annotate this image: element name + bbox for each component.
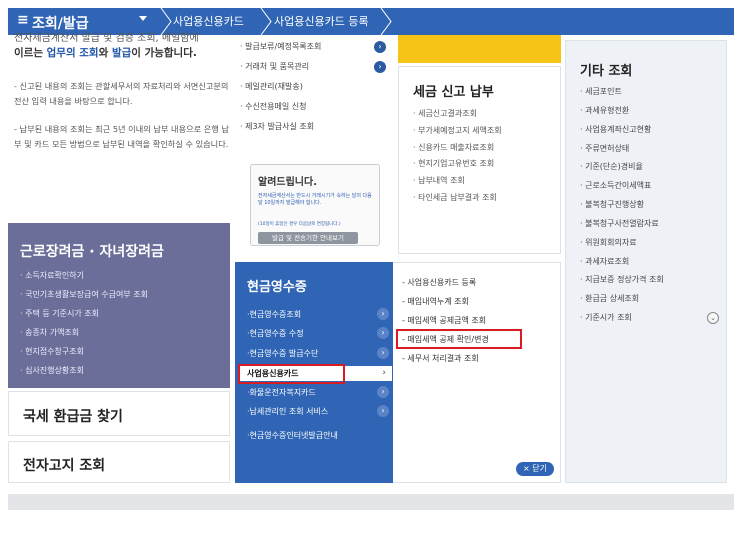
list-item[interactable]: · 지급보증 정상가격 조회: [580, 274, 664, 293]
intro-paragraph-paid: - 납부된 내용의 조회는 최근 5년 이내의 납부 내용으로 은행 납부 및 …: [14, 124, 229, 149]
breadcrumb-separator-icon: [260, 8, 272, 35]
arrow-right-icon: ›: [377, 405, 389, 417]
income-incentive-panel: 근로장려금 · 자녀장려금 · 소득자료확인하기 · 국민기초생활보장급여 수급…: [8, 223, 230, 388]
page: ≡ 조회/발급 사업용신용카드 사업용신용카드 등록 전자세금계산서 발급 및 …: [0, 0, 740, 555]
list-item[interactable]: · 과세자료조회: [580, 256, 664, 275]
list-item[interactable]: · 타인세금 납부결과 조회: [413, 192, 502, 209]
list-item[interactable]: · 국민기초생활보장급여 수급여부 조회: [20, 289, 148, 308]
list-item[interactable]: · 심사진행상황조회: [20, 365, 148, 384]
notice-title: 알려드립니다.: [258, 177, 317, 188]
tax-report-list: · 세금신고결과조회 · 부가세예정고지 세액조회 · 신용카드 매출자료조회 …: [413, 108, 502, 209]
submenu-item-register[interactable]: - 사업용신용카드 등록: [402, 277, 489, 296]
list-item[interactable]: · 납부내역 조회: [413, 175, 502, 192]
submenu-list: - 사업용신용카드 등록 - 매입내역누계 조회 - 매입세액 공제금액 조회 …: [402, 277, 489, 372]
highlight-box-deduction-confirm: [396, 329, 522, 349]
tax-report-title[interactable]: 세금 신고 납부: [413, 81, 494, 100]
arrow-right-icon: ›: [377, 327, 389, 339]
list-item[interactable]: · 환급금 상세조회: [580, 293, 664, 312]
menu-item-tax-agent-service[interactable]: ·납세관리인 조회 서비스 ›: [247, 404, 389, 419]
menu-item-cash-receipt-inquiry[interactable]: ·현금영수증조회 ›: [247, 307, 389, 322]
arrow-right-icon: ›: [377, 347, 389, 359]
submenu-item-processing-result[interactable]: - 세무서 처리결과 조회: [402, 353, 489, 372]
cash-receipt-title[interactable]: 현금영수증: [247, 276, 307, 295]
business-card-submenu: - 사업용신용카드 등록 - 매입내역누계 조회 - 매입세액 공제금액 조회 …: [393, 262, 561, 483]
list-item[interactable]: · 기준(단순)경비율: [580, 161, 664, 180]
notice-box: 알려드립니다. 전자세금계산서는 반드시 거래시기가 속하는 달의 다음 달 1…: [250, 164, 380, 246]
menu-item-cash-receipt-method[interactable]: ·현금영수증 발급수단 ›: [247, 346, 389, 361]
intro-paragraph-reported: - 신고된 내용의 조회는 관할세무서의 자료처리와 서면신고분의 전산 입력 …: [14, 81, 229, 106]
highlight-box-business-card: [238, 364, 345, 384]
deadline-guide-button[interactable]: 발급 및 전송기한 안내보기: [258, 232, 358, 244]
intro-cut-line: 전자세금계산서 발급 및 검증 조회, 메일함에: [14, 33, 199, 44]
arrow-right-icon: ›: [377, 386, 389, 398]
arrow-right-icon[interactable]: ›: [374, 41, 386, 53]
breadcrumb-separator-icon: [380, 8, 392, 35]
list-item[interactable]: · 현지접수창구조회: [20, 346, 148, 365]
list-item[interactable]: · 세금포인트: [580, 86, 664, 105]
list-item[interactable]: · 송종차 가액조회: [20, 327, 148, 346]
list-item[interactable]: · 제3자 발급사실 조회: [240, 120, 392, 140]
e-notice-label: 전자고지 조회: [23, 458, 106, 474]
refund-box[interactable]: 국세 환급금 찾기: [8, 391, 230, 436]
other-inquiry-title[interactable]: 기타 조회: [580, 60, 632, 79]
notice-footnote: (10일이 휴일인 경우 다음날로 연장됩니다.): [258, 222, 341, 227]
list-item[interactable]: · 메일관리(재발송): [240, 80, 392, 100]
arrow-right-icon[interactable]: ›: [374, 61, 386, 73]
breadcrumb-item-card-register[interactable]: 사업용신용카드 등록: [274, 8, 369, 35]
list-item[interactable]: · 주류면허상태: [580, 143, 664, 162]
expand-down-icon[interactable]: ⌄: [707, 312, 719, 324]
submenu-item-purchase-total[interactable]: - 매입내역누계 조회: [402, 296, 489, 315]
list-item[interactable]: · 사업용계좌신고현황: [580, 124, 664, 143]
list-item[interactable]: · 소득자료확인하기: [20, 270, 148, 289]
footer-strip: [8, 494, 734, 510]
list-item[interactable]: · 부가세예정고지 세액조회: [413, 125, 502, 142]
list-item[interactable]: · 근로소득간이세액표: [580, 180, 664, 199]
hamburger-icon: ≡: [17, 12, 29, 28]
list-item[interactable]: · 수신전용메일 신청: [240, 100, 392, 120]
yellow-panel-fragment: [398, 35, 561, 63]
list-item[interactable]: · 거래처 및 품목관리 ›: [240, 60, 392, 80]
list-item[interactable]: · 신용카드 매출자료조회: [413, 142, 502, 159]
list-item[interactable]: · 위원회회의자료: [580, 237, 664, 256]
e-notice-box[interactable]: 전자고지 조회: [8, 441, 230, 483]
other-inquiry-list: · 세금포인트 · 과세유형전환 · 사업용계좌신고현황 · 주류면허상태 · …: [580, 86, 664, 331]
menu-item-cash-receipt-edit[interactable]: ·현금영수증 수정 ›: [247, 326, 389, 341]
tax-report-panel: 세금 신고 납부 · 세금신고결과조회 · 부가세예정고지 세액조회 · 신용카…: [398, 66, 561, 254]
list-item[interactable]: · 기준시가 조회: [580, 312, 664, 331]
list-item[interactable]: · 발급보류/예정목록조회 ›: [240, 40, 392, 60]
arrow-right-icon: ›: [377, 308, 389, 320]
other-inquiry-panel: 기타 조회 · 세금포인트 · 과세유형전환 · 사업용계좌신고현황 · 주류면…: [565, 40, 727, 483]
notice-body: 전자세금계산서는 반드시 거래시기가 속하는 달의 다음 달 10일까지 발급해…: [258, 193, 372, 206]
income-incentive-list: · 소득자료확인하기 · 국민기초생활보장급여 수급여부 조회 · 주택 등 기…: [20, 270, 148, 384]
income-incentive-title[interactable]: 근로장려금 · 자녀장려금: [20, 241, 164, 261]
list-item[interactable]: · 과세유형전환: [580, 105, 664, 124]
caret-down-icon: [139, 16, 147, 21]
refund-label: 국세 환급금 찾기: [23, 409, 123, 425]
invoice-links: · 발급보류/예정목록조회 › · 거래처 및 품목관리 › · 메일관리(재발송)…: [240, 40, 392, 140]
close-button[interactable]: × 닫기: [516, 462, 554, 476]
list-item[interactable]: · 불복청구진행상황: [580, 199, 664, 218]
chevron-right-icon: ›: [382, 368, 386, 378]
intro-headline: 이르는 업무의 조회와 발급이 가능합니다.: [14, 47, 197, 59]
list-item[interactable]: · 불복청구사전열람자료: [580, 218, 664, 237]
intro-section: 전자세금계산서 발급 및 검증 조회, 메일함에 이르는 업무의 조회와 발급이…: [8, 33, 230, 223]
list-item[interactable]: · 현지기업고유번호 조회: [413, 158, 502, 175]
menu-item-online-issue-guide[interactable]: ·현금영수증인터넷발급안내: [247, 428, 389, 443]
list-item[interactable]: · 주택 등 기준시가 조회: [20, 308, 148, 327]
list-item[interactable]: · 세금신고결과조회: [413, 108, 502, 125]
menu-item-cargo-welfare-card[interactable]: ·화물운전자복지카드 ›: [247, 385, 389, 400]
